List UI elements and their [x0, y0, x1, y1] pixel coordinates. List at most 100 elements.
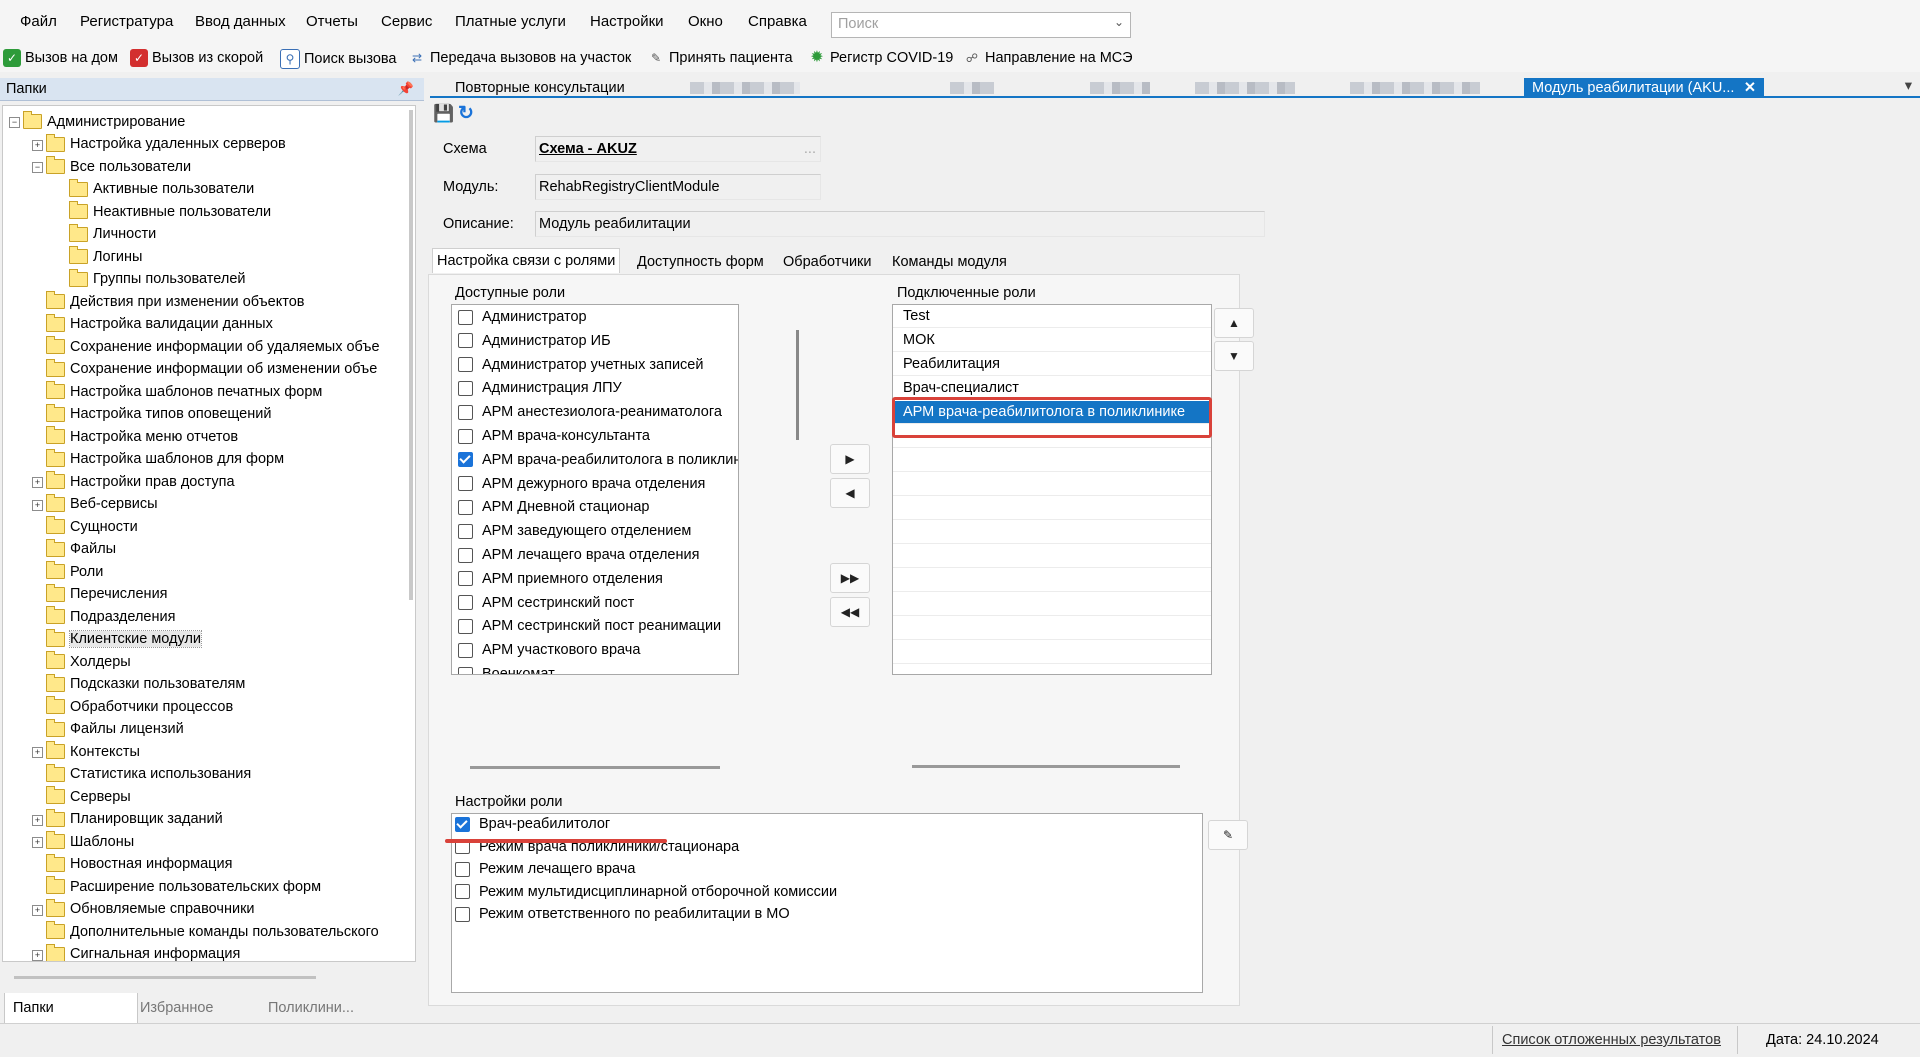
chevron-down-icon[interactable]: ⌄ — [1114, 15, 1124, 29]
tab-role-links[interactable]: Настройка связи с ролями — [432, 248, 621, 273]
tree-item[interactable]: Дополнительные команды пользовательского — [46, 921, 379, 942]
connected-role-item[interactable]: Реабилитация — [893, 353, 1211, 376]
deferred-results-link[interactable]: Список отложенных результатов — [1502, 1032, 1721, 1048]
connected-role-item[interactable]: Test — [893, 305, 1211, 328]
setting-checkbox[interactable] — [455, 816, 470, 832]
tree-item[interactable]: Веб-сервисы — [46, 493, 158, 515]
tree-item[interactable]: Логины — [69, 246, 142, 267]
tree-horizontal-scrollbar[interactable] — [14, 976, 316, 979]
refresh-icon[interactable]: ↻ — [458, 102, 474, 125]
menu-registry[interactable]: Регистратура — [80, 13, 173, 30]
role-checkbox[interactable] — [458, 452, 473, 468]
tab-list-icon[interactable]: ▾ — [1905, 78, 1912, 94]
tab-folders[interactable]: Папки — [4, 993, 138, 1024]
ellipsis-icon[interactable]: ... — [804, 137, 816, 161]
blurred-tab[interactable] — [1090, 82, 1150, 94]
tree-item[interactable]: Статистика использования — [46, 763, 251, 785]
connected-role-item[interactable]: МОК — [893, 329, 1211, 352]
close-icon[interactable]: ✕ — [1744, 78, 1756, 98]
tree-item[interactable]: Файлы лицензий — [46, 718, 184, 740]
tree-item[interactable]: Перечисления — [46, 583, 168, 605]
tree-item[interactable]: Сигнальная информация — [46, 943, 240, 961]
expand-icon[interactable]: + — [32, 499, 43, 511]
tab-polyclinic[interactable]: Поликлини... — [260, 993, 362, 1023]
role-checkbox[interactable] — [458, 404, 473, 420]
folder-tree[interactable]: − Администрирование + Настройка удаленных с… — [2, 105, 416, 962]
save-icon[interactable]: 💾 — [433, 104, 454, 124]
tree-item[interactable]: Контексты — [46, 741, 140, 762]
pin-icon[interactable]: 📌 — [398, 81, 414, 97]
edit-role-settings-button[interactable]: ✎ — [1208, 820, 1248, 850]
available-role-item[interactable]: Администрация ЛПУ — [458, 378, 622, 398]
move-down-button[interactable]: ▼ — [1214, 341, 1254, 371]
tree-item[interactable]: Активные пользователи — [69, 178, 254, 200]
tree-item[interactable]: Роли — [46, 561, 103, 582]
tree-item[interactable]: Настройка шаблонов печатных форм — [46, 381, 322, 402]
available-roles-hscroll[interactable] — [470, 766, 720, 769]
setting-checkbox[interactable] — [455, 861, 470, 877]
available-role-item[interactable]: АРМ приемного отделения — [458, 569, 663, 589]
tree-item[interactable]: Личности — [69, 223, 156, 245]
blurred-tab[interactable] — [1350, 82, 1480, 94]
role-checkbox[interactable] — [458, 666, 473, 674]
tree-item[interactable]: Настройки прав доступа — [46, 471, 235, 492]
search-input[interactable] — [832, 13, 1104, 35]
role-checkbox[interactable] — [458, 642, 473, 658]
tree-item[interactable]: Настройка валидации данных — [46, 313, 273, 335]
add-all-roles-button[interactable]: ▶▶ — [830, 563, 870, 593]
role-checkbox[interactable] — [458, 618, 473, 634]
available-role-item[interactable]: АРМ заведующего отделением — [458, 521, 691, 541]
menu-data-entry[interactable]: Ввод данных — [195, 13, 286, 30]
expand-icon[interactable]: + — [32, 477, 43, 488]
tree-item[interactable]: Настройка шаблонов для форм — [46, 448, 284, 470]
tab-rehab-module[interactable]: Модуль реабилитации (AKU... ✕ — [1524, 78, 1764, 98]
role-checkbox[interactable] — [458, 309, 473, 325]
expand-icon[interactable]: + — [32, 949, 43, 961]
available-role-item[interactable]: Администратор — [458, 307, 587, 327]
covid-registry-button[interactable]: ✹ Регистр COVID-19 — [808, 49, 953, 67]
tab-repeat-consultations[interactable]: Повторные консультации — [455, 78, 625, 98]
blurred-tab[interactable] — [1195, 82, 1295, 94]
role-setting-item[interactable]: Режим мультидисциплинарной отборочной ко… — [455, 882, 837, 902]
role-checkbox[interactable] — [458, 476, 473, 492]
role-checkbox[interactable] — [458, 523, 473, 539]
expand-icon[interactable]: + — [32, 837, 43, 848]
menu-window[interactable]: Окно — [688, 13, 723, 30]
role-setting-item[interactable]: Режим ответственного по реабилитации в М… — [455, 904, 790, 924]
collapse-icon[interactable]: − — [9, 117, 20, 128]
accept-patient-button[interactable]: ✎ Принять пациента — [647, 49, 793, 67]
role-checkbox[interactable] — [458, 571, 473, 587]
menu-reports[interactable]: Отчеты — [306, 13, 358, 30]
available-role-item[interactable]: АРМ врача-консультанта — [458, 426, 650, 446]
tree-item[interactable]: Холдеры — [46, 651, 131, 672]
role-checkbox[interactable] — [458, 547, 473, 563]
role-checkbox[interactable] — [458, 499, 473, 515]
module-field[interactable]: RehabRegistryClientModule — [535, 174, 821, 200]
tree-item[interactable]: Сохранение информации об изменении объе — [46, 358, 377, 380]
role-setting-item[interactable]: Врач-реабилитолог — [455, 814, 610, 834]
tree-item[interactable]: Настройка типов оповещений — [46, 403, 271, 425]
search-call-button[interactable]: ⚲ Поиск вызова — [280, 49, 397, 69]
available-role-item[interactable]: Администратор учетных записей — [458, 355, 703, 375]
tree-item[interactable]: Файлы — [46, 538, 116, 560]
ambulance-call-button[interactable]: ✓ Вызов из скорой — [130, 49, 263, 67]
connected-roles-hscroll[interactable] — [912, 765, 1180, 768]
tree-item[interactable]: Серверы — [46, 786, 131, 807]
role-checkbox[interactable] — [458, 357, 473, 373]
available-role-item[interactable]: АРМ врача-реабилитолога в поликлинике — [458, 450, 738, 470]
tab-handlers[interactable]: Обработчики — [779, 250, 876, 274]
menu-paid-services[interactable]: Платные услуги — [455, 13, 566, 30]
transfer-calls-button[interactable]: ⇄ Передача вызовов на участок — [408, 49, 631, 67]
search-box[interactable]: ⌄ — [831, 12, 1131, 38]
tree-item[interactable]: Действия при изменении объектов — [46, 291, 304, 312]
role-setting-item[interactable]: Режим лечащего врача — [455, 859, 635, 879]
tree-item[interactable]: Планировщик заданий — [46, 808, 223, 830]
tree-item[interactable]: Администрирование — [23, 111, 185, 132]
tree-item[interactable]: Неактивные пользователи — [69, 201, 271, 222]
mse-referral-button[interactable]: ☍ Направление на МСЭ — [963, 49, 1133, 67]
tab-module-commands[interactable]: Команды модуля — [888, 250, 1011, 274]
house-call-button[interactable]: ✓ Вызов на дом — [3, 49, 118, 67]
role-checkbox[interactable] — [458, 595, 473, 611]
expand-icon[interactable]: + — [32, 139, 43, 151]
tree-item[interactable]: Подразделения — [46, 606, 175, 627]
